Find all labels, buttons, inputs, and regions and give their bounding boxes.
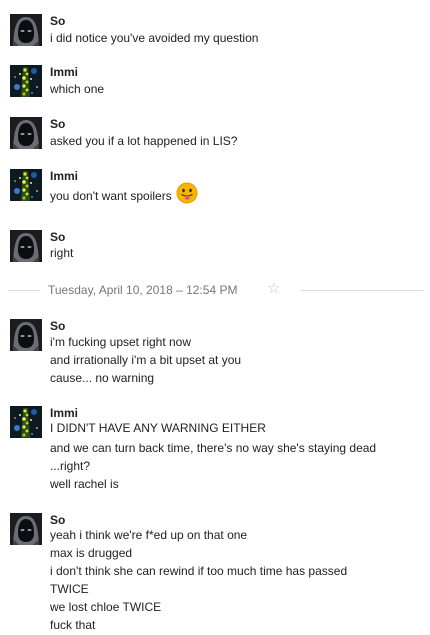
sender-name: So [50,14,66,28]
message-text-content: you don't want spoilers [50,189,172,204]
avatar[interactable] [10,117,42,149]
message-text: cause... no warning [50,370,154,386]
message-text: and we can turn back time, there's no wa… [50,440,376,456]
avatar[interactable] [10,319,42,351]
message-text: and irrationally i'm a bit upset at you [50,352,241,368]
message-text: ...right? [50,458,90,474]
divider-rule-left [8,290,40,291]
sender-name: So [50,230,66,244]
sender-name: Immi [50,406,79,420]
message-text: TWICE [50,581,89,597]
message-text-content: asked you if a lot happened in LIS? [50,134,238,148]
message-text: right [50,245,73,261]
message-text: asked you if a lot happened in LIS? [50,133,237,149]
message-text-content: TWICE [50,582,89,596]
sender-name: So [50,117,66,131]
star-icon[interactable]: ☆ [267,280,280,298]
avatar[interactable] [10,14,42,46]
divider-rule-right [301,290,423,291]
message-text: you don't want spoilers [50,182,198,210]
message-text: i did notice you've avoided my question [50,30,258,46]
message-text-content: yeah i think we're f*ed up on that one [50,528,248,542]
sender-name: So [50,513,66,527]
date-divider: Tuesday, April 10, 2018 – 12:54 PM ☆ [8,280,430,302]
message-text-content: max is drugged [50,546,133,560]
message-text: i don't think she can rewind if too much… [50,563,347,579]
tongue-out-smiley-icon [176,182,198,208]
message-text-content: which one [50,82,105,96]
message-text-content: right [50,246,74,260]
message-text-content: i did notice you've avoided my question [50,31,259,45]
message-text-content: I DIDN'T HAVE ANY WARNING EITHER [50,421,266,435]
message-text: we lost chloe TWICE [50,599,161,615]
avatar[interactable] [10,169,42,201]
message-text: max is drugged [50,545,132,561]
avatar[interactable] [10,230,42,262]
message-text: which one [50,81,104,97]
avatar[interactable] [10,513,42,545]
message-text-content: well rachel is [50,477,119,491]
message-text-content: i'm fucking upset right now [50,335,192,349]
sender-name: Immi [50,65,79,79]
message-text: well rachel is [50,476,119,492]
message-text: I DIDN'T HAVE ANY WARNING EITHER [50,420,266,436]
message-text: i'm fucking upset right now [50,334,191,350]
sender-name: So [50,319,66,333]
message-text-content: fuck that [50,618,96,632]
message-text: fuck that [50,617,95,633]
message-text-content: and we can turn back time, there's no wa… [50,441,377,455]
message-text: yeah i think we're f*ed up on that one [50,527,247,543]
avatar[interactable] [10,65,42,97]
message-text-content: cause... no warning [50,371,155,385]
message-text-content: and irrationally i'm a bit upset at you [50,353,242,367]
message-text-content: i don't think she can rewind if too much… [50,564,348,578]
message-text-content: ...right? [50,459,91,473]
message-text-content: we lost chloe TWICE [50,600,162,614]
sender-name: Immi [50,169,79,183]
avatar[interactable] [10,406,42,438]
timestamp: Tuesday, April 10, 2018 – 12:54 PM [48,283,238,297]
